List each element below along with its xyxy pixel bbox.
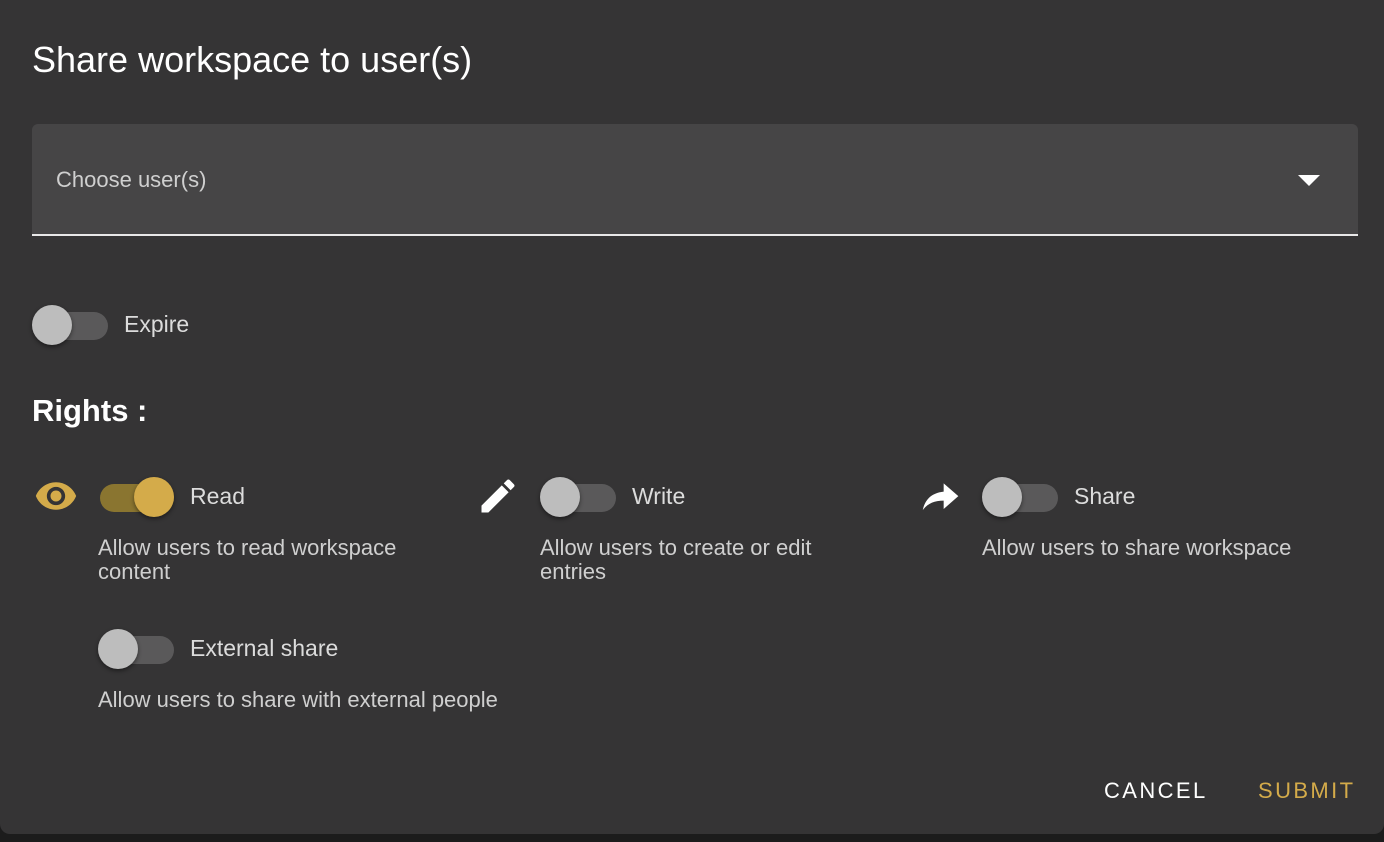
expire-toggle[interactable] xyxy=(32,304,112,345)
external-share-description: Allow users to share with external peopl… xyxy=(98,687,498,712)
share-workspace-dialog: Share workspace to user(s) Choose user(s… xyxy=(0,0,1384,834)
pencil-icon xyxy=(481,479,515,513)
external-share-toggle[interactable] xyxy=(98,628,178,669)
external-share-toggle-thumb[interactable] xyxy=(98,629,138,669)
rights-heading: Rights : xyxy=(32,393,148,428)
dialog-title: Share workspace to user(s) xyxy=(32,39,473,80)
dropdown-arrow-icon[interactable] xyxy=(1298,175,1320,186)
write-label: Write xyxy=(632,483,686,509)
expire-label: Expire xyxy=(124,311,190,337)
write-toggle[interactable] xyxy=(540,476,620,517)
share-toggle[interactable] xyxy=(982,476,1062,517)
read-toggle-thumb[interactable] xyxy=(134,477,174,517)
eye-icon xyxy=(35,482,77,510)
share-label: Share xyxy=(1074,483,1136,509)
write-description: Allow users to create or edit entries xyxy=(540,535,812,584)
read-label: Read xyxy=(190,483,245,509)
external-share-label: External share xyxy=(190,635,339,661)
submit-button[interactable]: SUBMIT xyxy=(1258,776,1356,806)
share-description: Allow users to share workspace xyxy=(982,535,1292,560)
choose-users-placeholder: Choose user(s) xyxy=(56,167,207,192)
share-toggle-thumb[interactable] xyxy=(982,477,1022,517)
write-toggle-thumb[interactable] xyxy=(540,477,580,517)
read-description: Allow users to read workspace content xyxy=(98,535,397,584)
read-toggle[interactable] xyxy=(98,476,178,517)
choose-users-select[interactable]: Choose user(s) xyxy=(32,124,1358,236)
expire-toggle-thumb[interactable] xyxy=(32,305,72,345)
cancel-button[interactable]: CANCEL xyxy=(1104,776,1208,806)
share-arrow-icon xyxy=(922,483,959,511)
